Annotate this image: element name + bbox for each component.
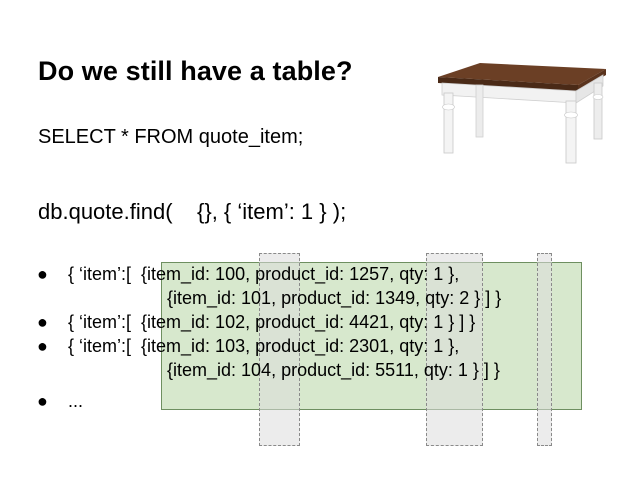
bullet: ● — [37, 391, 48, 411]
sql-query: SELECT * FROM quote_item; — [38, 126, 304, 148]
document-line: ●... — [37, 390, 83, 412]
line-text: { ‘item’:[ {item_id: 103, product_id: 23… — [68, 336, 460, 356]
qty-column-marker — [537, 253, 552, 446]
mongo-find-query: db.quote.find( {}, { ‘item’: 1 } ); — [38, 199, 347, 224]
document-line: ● { ‘item’:[ {item_id: 102, product_id: 4… — [37, 311, 475, 333]
document-line: {item_id: 101, product_id: 1349, qty: 2 … — [167, 287, 501, 309]
bullet: ● — [37, 312, 48, 332]
document-line: {item_id: 104, product_id: 5511, qty: 1 … — [167, 359, 500, 381]
document-line: ● { ‘item’:[ {item_id: 100, product_id: 1… — [37, 263, 459, 285]
bullet: ● — [37, 264, 48, 284]
line-text: ... — [68, 391, 84, 411]
bullet: ● — [37, 336, 48, 356]
line-text: {item_id: 104, product_id: 5511, qty: 1 … — [167, 360, 500, 380]
slide-title: Do we still have a table? — [38, 56, 353, 86]
line-text: { ‘item’:[ {item_id: 100, product_id: 12… — [68, 264, 460, 284]
document-line: ● { ‘item’:[ {item_id: 103, product_id: 2… — [37, 335, 459, 357]
line-text: {item_id: 101, product_id: 1349, qty: 2 … — [167, 288, 502, 308]
table-picture — [438, 63, 606, 164]
line-text: { ‘item’:[ {item_id: 102, product_id: 44… — [68, 312, 476, 332]
